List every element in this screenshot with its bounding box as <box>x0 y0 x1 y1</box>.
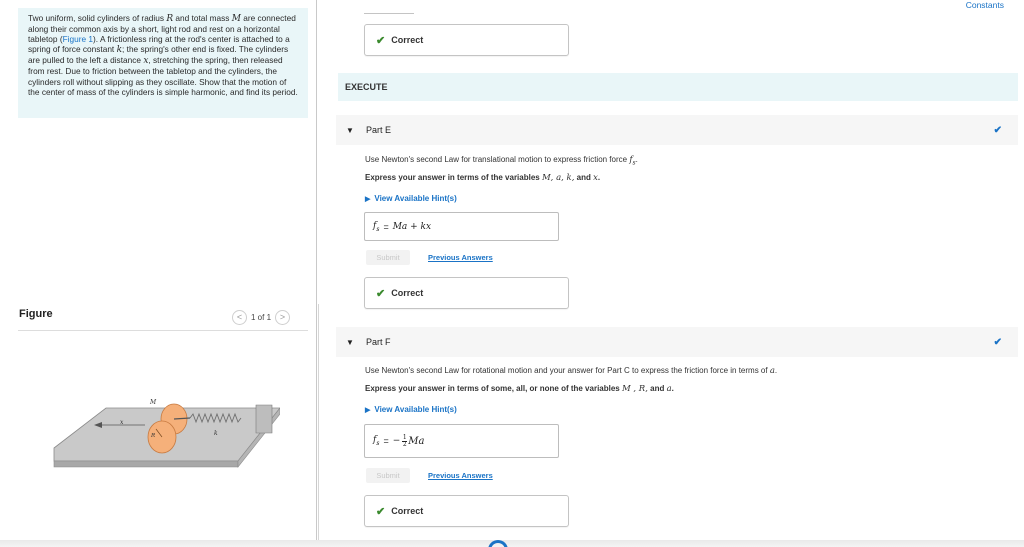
question-text: Use Newton's second Law for translationa… <box>365 155 630 164</box>
answer-rhs: Ma <box>408 435 425 447</box>
answer-rhs: Ma + kx <box>392 221 432 232</box>
instr-vars: M, a, k, <box>541 173 575 183</box>
answer-lhs: fs <box>373 435 380 447</box>
punct: . <box>597 173 601 182</box>
instr-and: and <box>574 173 594 182</box>
check-icon: ✔ <box>376 287 386 300</box>
problem-statement: Two uniform, solid cylinders of radius R… <box>18 8 308 118</box>
part-e-correct-feedback: ✔ Correct <box>364 277 569 309</box>
correct-label: Correct <box>391 35 424 45</box>
check-icon: ✔ <box>376 505 386 518</box>
wall-block <box>255 404 273 434</box>
hint-label: View Available Hint(s) <box>374 405 457 414</box>
check-icon: ✔ <box>376 34 386 47</box>
part-e-previous-answers-link[interactable]: Previous Answers <box>428 253 493 262</box>
completed-check-icon: ✔ <box>993 336 1002 348</box>
bottom-bar <box>0 540 1024 547</box>
part-e-instructions: Express your answer in terms of the vari… <box>365 173 600 183</box>
left-panel: Two uniform, solid cylinders of radius R… <box>0 0 316 547</box>
answer-lhs: fs <box>373 220 380 233</box>
equals-sign: = <box>383 221 389 232</box>
execute-section-header: EXECUTE <box>338 73 1018 101</box>
figure-divider <box>318 304 319 540</box>
label-k: k <box>214 430 218 437</box>
part-f-header[interactable]: ▼ Part F ✔ <box>336 327 1018 357</box>
punct: . <box>774 366 778 375</box>
label-M: M <box>149 399 157 406</box>
instr-and: and <box>647 384 667 393</box>
prev-figure-button[interactable]: < <box>232 309 247 325</box>
punct: . <box>671 384 674 393</box>
constants-link[interactable]: Constants <box>966 0 1004 10</box>
divider <box>18 330 308 331</box>
instr-vars: M , R, <box>621 384 648 394</box>
question-text: Use Newton's second Law for rotational m… <box>365 366 770 375</box>
instr-text: Express your answer in terms of some, al… <box>365 384 622 393</box>
part-e-hint-link[interactable]: ▶ View Available Hint(s) <box>365 194 457 203</box>
collapse-triangle-icon[interactable]: ▼ <box>346 338 354 347</box>
figure-page-count: 1 of 1 <box>251 312 272 322</box>
expand-triangle-icon: ▶ <box>365 407 371 414</box>
var-M: M <box>231 14 241 24</box>
collapse-triangle-icon[interactable]: ▼ <box>346 126 354 135</box>
next-figure-button[interactable]: > <box>275 309 291 325</box>
instr-text: Express your answer in terms of the vari… <box>365 173 542 182</box>
figure-link[interactable]: Figure 1 <box>63 34 93 44</box>
part-f-answer-field[interactable]: fs = − 12 Ma <box>364 424 559 458</box>
part-f-hint-link[interactable]: ▶ View Available Hint(s) <box>365 405 457 414</box>
part-e-question: Use Newton's second Law for translationa… <box>365 155 638 167</box>
completed-check-icon: ✔ <box>993 124 1002 136</box>
equals-sign: = <box>383 436 389 446</box>
label-R: R <box>150 433 155 439</box>
part-e-title: Part E <box>366 125 392 135</box>
tabletop-edge <box>53 460 239 468</box>
cylinders-spring-figure: M x k R <box>53 399 280 468</box>
punct: . <box>635 155 638 164</box>
part-e-header[interactable]: ▼ Part E ✔ <box>336 115 1018 145</box>
problem-text: and total mass <box>173 13 232 23</box>
part-f-question: Use Newton's second Law for rotational m… <box>365 366 777 376</box>
problem-text: Two uniform, solid cylinders of radius <box>28 13 167 23</box>
part-f-previous-answers-link[interactable]: Previous Answers <box>428 471 493 480</box>
figure-pager: < 1 of 1 > <box>232 309 291 325</box>
hint-label: View Available Hint(s) <box>374 194 457 203</box>
minus-sign: − <box>392 436 401 446</box>
part-e-submit-button[interactable]: Submit <box>366 250 410 265</box>
previous-feedback-stub <box>364 0 414 14</box>
part-f-title: Part F <box>366 337 391 347</box>
fraction-one-half: 12 <box>402 433 408 448</box>
correct-label: Correct <box>391 506 424 516</box>
expand-triangle-icon: ▶ <box>365 196 371 203</box>
part-e-answer-field[interactable]: fs = Ma + kx <box>364 212 559 241</box>
figure-title: Figure <box>19 308 53 320</box>
part-f-correct-feedback: ✔ Correct <box>364 495 569 527</box>
part-f-instructions: Express your answer in terms of some, al… <box>365 384 674 394</box>
column-divider[interactable] <box>316 0 317 540</box>
part-f-submit-button[interactable]: Submit <box>366 468 410 483</box>
correct-label: Correct <box>391 288 424 298</box>
correct-feedback: ✔ Correct <box>364 24 569 56</box>
